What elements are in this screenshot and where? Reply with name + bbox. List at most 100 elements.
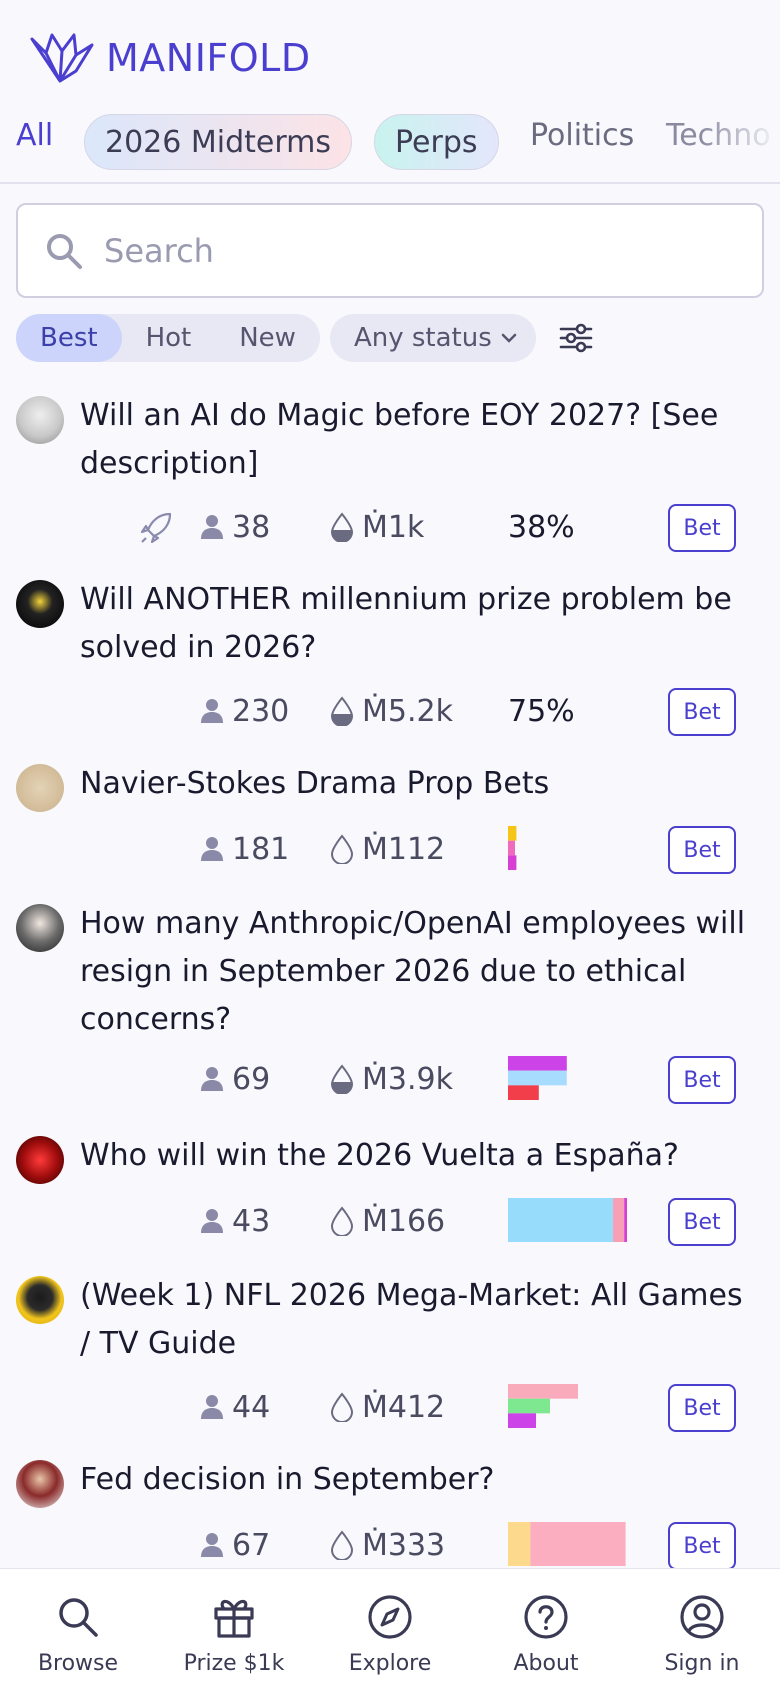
question-icon [524, 1595, 568, 1639]
answer-bar [508, 1070, 567, 1086]
nav-label: About [513, 1651, 579, 1676]
answer-bars [508, 1198, 627, 1242]
logo-text[interactable]: MANIFOLD [106, 36, 311, 80]
trader-icon [201, 1533, 223, 1557]
avatar[interactable] [16, 1136, 64, 1184]
volume: Ṁ333 [362, 1528, 446, 1563]
sort-controls: Best Hot New Any status [16, 314, 594, 362]
bet-button[interactable]: Bet [668, 688, 736, 736]
avatar[interactable] [16, 764, 64, 812]
avatar[interactable] [16, 1460, 64, 1508]
market-title[interactable]: Will an AI do Magic before EOY 2027? [Se… [80, 392, 760, 488]
bet-button[interactable]: Bet [668, 1198, 736, 1246]
manifold-logo-icon[interactable] [28, 31, 98, 85]
market-title[interactable]: Will ANOTHER millennium prize problem be… [80, 576, 760, 672]
bet-button[interactable]: Bet [668, 826, 736, 874]
tab-perps[interactable]: Perps [374, 114, 499, 170]
nav-label: Explore [348, 1651, 432, 1676]
tab-politics[interactable]: Politics [530, 118, 634, 153]
answer-bars [508, 1522, 626, 1566]
search-input[interactable] [104, 231, 704, 270]
probability: 75% [508, 694, 575, 729]
search-box[interactable] [16, 203, 764, 298]
sort-hot-button[interactable]: Hot [122, 314, 216, 362]
trader-count: 43 [232, 1204, 271, 1239]
bet-button[interactable]: Bet [668, 504, 736, 552]
market-stats: 67 Ṁ333 Bet [0, 1522, 780, 1570]
nav-label: Prize $1k [183, 1651, 285, 1676]
volume: Ṁ1k [362, 510, 425, 545]
bottom-nav: Browse Prize $1k Explore About Sign in [0, 1568, 780, 1688]
filter-settings-icon[interactable] [558, 320, 594, 356]
avatar[interactable] [16, 396, 64, 444]
sort-best-button[interactable]: Best [16, 314, 122, 362]
market-stats: 43 Ṁ166 Bet [0, 1198, 780, 1246]
answer-bar [613, 1198, 625, 1242]
answer-bar [508, 1398, 550, 1414]
liquidity-drop-icon [330, 834, 354, 864]
user-circle-icon [680, 1595, 724, 1639]
search-icon [59, 1598, 98, 1637]
answer-bar [530, 1522, 626, 1566]
answer-bar [508, 1522, 531, 1566]
tabs-fade [700, 110, 780, 180]
answer-bar [508, 1384, 578, 1399]
liquidity-drop-icon [330, 1064, 354, 1094]
trader-icon [201, 515, 223, 539]
bet-button[interactable]: Bet [668, 1056, 736, 1104]
answer-bar [508, 855, 517, 870]
avatar[interactable] [16, 904, 64, 952]
volume: Ṁ166 [362, 1204, 446, 1239]
search-icon [47, 233, 82, 269]
sort-new-button[interactable]: New [215, 314, 320, 362]
answer-bar [508, 1413, 536, 1428]
tab-all[interactable]: All [16, 118, 53, 153]
trader-count: 181 [232, 832, 290, 867]
avatar[interactable] [16, 580, 64, 628]
market-title[interactable]: How many Anthropic/OpenAI employees will… [80, 900, 760, 1044]
trader-icon [201, 1395, 223, 1419]
answer-bars [508, 1056, 567, 1100]
nav-prize[interactable]: Prize $1k [156, 1569, 312, 1688]
market-title[interactable]: Fed decision in September? [80, 1456, 760, 1504]
trader-icon [201, 1067, 223, 1091]
liquidity-drop-icon [330, 512, 354, 542]
liquidity-drop-icon [330, 1206, 354, 1236]
liquidity-drop-icon [330, 1392, 354, 1422]
liquidity-drop-icon [330, 1530, 354, 1560]
status-dropdown-label: Any status [353, 323, 492, 353]
bet-button[interactable]: Bet [668, 1522, 736, 1570]
answer-bar [508, 1198, 613, 1242]
trader-count: 69 [232, 1062, 271, 1097]
volume: Ṁ3.9k [362, 1062, 453, 1097]
liquidity-drop-icon [330, 696, 354, 726]
nav-sign-in[interactable]: Sign in [624, 1569, 780, 1688]
volume: Ṁ112 [362, 832, 446, 867]
trader-icon [201, 1209, 223, 1233]
nav-browse[interactable]: Browse [0, 1569, 156, 1688]
trader-count: 230 [232, 694, 290, 729]
status-dropdown[interactable]: Any status [329, 314, 536, 362]
topic-tabs: All 2026 Midterms Perps Politics Techno [0, 110, 780, 184]
probability: 38% [508, 510, 575, 545]
volume: Ṁ5.2k [362, 694, 453, 729]
tab-2026-midterms[interactable]: 2026 Midterms [84, 114, 353, 170]
avatar[interactable] [16, 1276, 64, 1324]
answer-bars [508, 826, 517, 870]
answer-bar [508, 1085, 539, 1100]
trader-icon [201, 837, 223, 861]
market-title[interactable]: Who will win the 2026 Vuelta a España? [80, 1132, 760, 1180]
answer-bar [624, 1198, 627, 1242]
bet-button[interactable]: Bet [668, 1384, 736, 1432]
answer-bar [508, 840, 515, 856]
nav-about[interactable]: About [468, 1569, 624, 1688]
rocket-boost-icon [140, 512, 172, 544]
market-stats: 69 Ṁ3.9k Bet [0, 1056, 780, 1104]
chevron-down-icon [501, 333, 517, 343]
header: MANIFOLD [28, 30, 311, 86]
sort-toggle: Best Hot New [16, 314, 320, 362]
nav-explore[interactable]: Explore [312, 1569, 468, 1688]
market-stats: 44 Ṁ412 Bet [0, 1384, 780, 1432]
market-title[interactable]: (Week 1) NFL 2026 Mega-Market: All Games… [80, 1272, 760, 1368]
market-title[interactable]: Navier-Stokes Drama Prop Bets [80, 760, 760, 808]
